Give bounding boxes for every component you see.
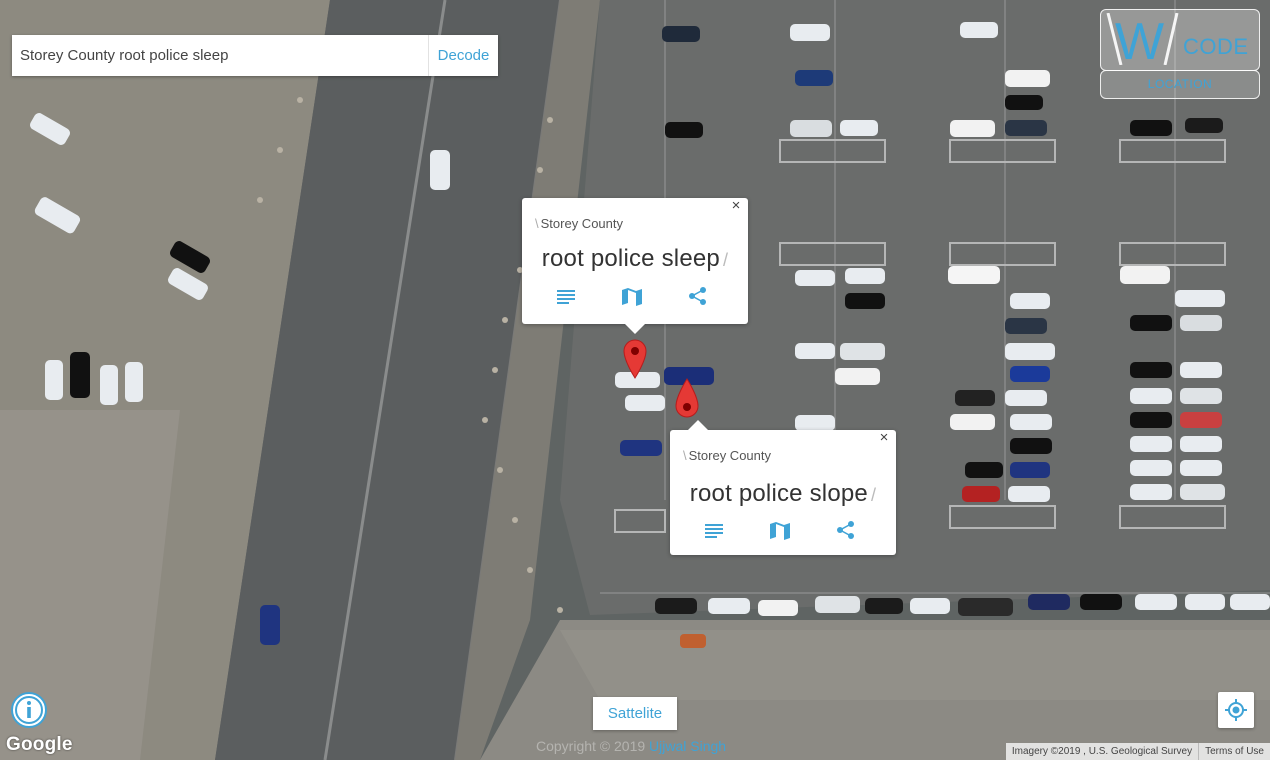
map-icon[interactable]: [621, 286, 643, 313]
popup-words: root police slope /: [689, 480, 877, 507]
list-icon[interactable]: [704, 520, 724, 545]
share-icon[interactable]: [836, 520, 856, 545]
my-location-icon: [1225, 699, 1247, 721]
map-type-button[interactable]: Sattelite: [593, 697, 677, 730]
marker-icon[interactable]: [674, 378, 700, 427]
popup-words: root police sleep /: [541, 245, 729, 272]
logo-letter: W: [1115, 13, 1164, 65]
wcode-logo: W CODE: [1100, 9, 1260, 71]
marker-icon[interactable]: [622, 337, 648, 384]
list-icon[interactable]: [556, 286, 576, 311]
popup-region: \ Storey County: [683, 448, 771, 463]
wcode-popup-2: × \ Storey County root police slope /: [670, 420, 896, 555]
map-attribution: Imagery ©2019 , U.S. Geological Survey T…: [1005, 743, 1270, 760]
popup-region: \ Storey County: [535, 216, 623, 231]
author-link[interactable]: Ujjwal Singh: [649, 738, 726, 754]
info-icon[interactable]: [10, 691, 48, 734]
decode-button[interactable]: Decode: [428, 35, 498, 76]
close-icon[interactable]: ×: [876, 430, 892, 446]
my-location-button[interactable]: [1218, 692, 1254, 728]
wcode-popup-1: × \ Storey County root police sleep /: [522, 198, 748, 334]
search-input[interactable]: [12, 35, 428, 76]
search-bar: Decode: [12, 35, 498, 76]
copyright: Copyright © 2019 Ujjwal Singh: [536, 738, 727, 754]
location-button[interactable]: LOCATION: [1100, 70, 1260, 99]
terms-link[interactable]: Terms of Use: [1198, 743, 1270, 760]
close-icon[interactable]: ×: [728, 198, 744, 214]
w-letter-icon: W: [1106, 13, 1179, 65]
map-icon[interactable]: [769, 520, 791, 547]
imagery-credit: Imagery ©2019 , U.S. Geological Survey: [1011, 746, 1193, 757]
logo-text: CODE: [1183, 34, 1249, 59]
google-logo: Google: [6, 734, 73, 755]
share-icon[interactable]: [688, 286, 708, 311]
